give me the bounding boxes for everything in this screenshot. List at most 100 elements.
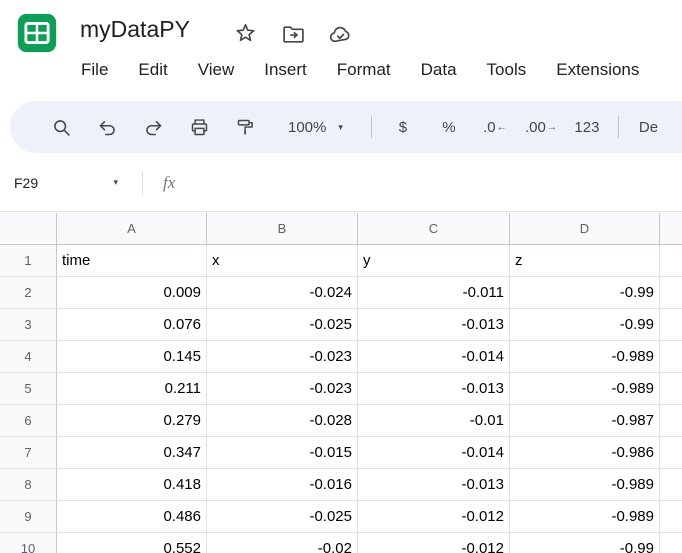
search-button[interactable]: [38, 104, 84, 150]
increase-decimal-button[interactable]: .00→: [518, 104, 564, 150]
paint-format-button[interactable]: [222, 104, 268, 150]
row-header-6[interactable]: 6: [0, 405, 57, 437]
cell[interactable]: [660, 341, 682, 373]
cell[interactable]: -0.987: [510, 405, 660, 437]
cell[interactable]: -0.024: [207, 277, 358, 309]
row-header-7[interactable]: 7: [0, 437, 57, 469]
cell[interactable]: -0.99: [510, 309, 660, 341]
column-header-partial[interactable]: [660, 213, 682, 245]
print-button[interactable]: [176, 104, 222, 150]
cell[interactable]: -0.989: [510, 373, 660, 405]
cell[interactable]: -0.014: [358, 437, 510, 469]
cell[interactable]: -0.013: [358, 469, 510, 501]
cell[interactable]: -0.013: [358, 309, 510, 341]
row-header-5[interactable]: 5: [0, 373, 57, 405]
formula-bar: F29 ▾ fx: [0, 154, 682, 212]
cell[interactable]: [660, 277, 682, 309]
redo-button[interactable]: [130, 104, 176, 150]
cell[interactable]: 0.145: [57, 341, 207, 373]
cell[interactable]: -0.023: [207, 341, 358, 373]
cell[interactable]: -0.989: [510, 501, 660, 533]
cell[interactable]: y: [358, 245, 510, 277]
menu-view[interactable]: View: [193, 60, 240, 80]
cell[interactable]: -0.986: [510, 437, 660, 469]
font-select[interactable]: De: [639, 119, 658, 136]
cell[interactable]: -0.012: [358, 501, 510, 533]
document-title[interactable]: myDataPY: [80, 16, 190, 43]
column-header-B[interactable]: B: [207, 213, 358, 245]
cell[interactable]: -0.025: [207, 309, 358, 341]
cell[interactable]: 0.347: [57, 437, 207, 469]
menu-extensions[interactable]: Extensions: [551, 60, 644, 80]
menu-insert[interactable]: Insert: [259, 60, 312, 80]
column-header-C[interactable]: C: [358, 213, 510, 245]
cell[interactable]: 0.009: [57, 277, 207, 309]
cell[interactable]: 0.418: [57, 469, 207, 501]
cell[interactable]: 0.486: [57, 501, 207, 533]
number-format-button[interactable]: 123: [564, 104, 610, 150]
row-header-9[interactable]: 9: [0, 501, 57, 533]
cell[interactable]: [660, 245, 682, 277]
menu-tools[interactable]: Tools: [482, 60, 532, 80]
cell[interactable]: -0.02: [207, 533, 358, 553]
cell[interactable]: -0.99: [510, 533, 660, 553]
menu-file[interactable]: File: [76, 60, 113, 80]
column-header-D[interactable]: D: [510, 213, 660, 245]
cell[interactable]: -0.99: [510, 277, 660, 309]
cell[interactable]: z: [510, 245, 660, 277]
column-header-A[interactable]: A: [57, 213, 207, 245]
cell[interactable]: -0.014: [358, 341, 510, 373]
toolbar: 100% ▾ $ % .0← .00→ 123 De: [10, 101, 682, 153]
move-folder-icon[interactable]: [281, 22, 306, 47]
row-header-1[interactable]: 1: [0, 245, 57, 277]
cell[interactable]: 0.076: [57, 309, 207, 341]
cell[interactable]: -0.023: [207, 373, 358, 405]
cell[interactable]: [660, 533, 682, 553]
cloud-check-icon[interactable]: [328, 22, 353, 47]
menu-edit[interactable]: Edit: [133, 60, 172, 80]
cell[interactable]: 0.211: [57, 373, 207, 405]
print-icon: [189, 117, 210, 138]
cell[interactable]: -0.01: [358, 405, 510, 437]
formula-bar-divider: [142, 171, 143, 195]
cell[interactable]: 0.279: [57, 405, 207, 437]
cell[interactable]: -0.015: [207, 437, 358, 469]
cell[interactable]: -0.989: [510, 341, 660, 373]
increase-decimal-label: .00: [525, 119, 546, 136]
cell[interactable]: -0.011: [358, 277, 510, 309]
google-sheets-app: myDataPY File Edit View Insert Format Da…: [0, 0, 682, 553]
row-header-2[interactable]: 2: [0, 277, 57, 309]
cell[interactable]: time: [57, 245, 207, 277]
cell[interactable]: [660, 437, 682, 469]
fx-icon: fx: [163, 173, 175, 193]
cell[interactable]: 0.552: [57, 533, 207, 553]
cell[interactable]: -0.013: [358, 373, 510, 405]
cell[interactable]: -0.025: [207, 501, 358, 533]
name-box[interactable]: F29 ▾: [0, 175, 132, 191]
cell[interactable]: [660, 501, 682, 533]
cell[interactable]: -0.989: [510, 469, 660, 501]
menu-format[interactable]: Format: [332, 60, 396, 80]
star-icon[interactable]: [233, 20, 258, 45]
zoom-control[interactable]: 100% ▾: [272, 119, 359, 136]
cell[interactable]: -0.016: [207, 469, 358, 501]
select-all-corner[interactable]: [0, 213, 57, 245]
menu-data[interactable]: Data: [416, 60, 462, 80]
cell[interactable]: [660, 309, 682, 341]
cell[interactable]: x: [207, 245, 358, 277]
redo-icon: [143, 117, 164, 138]
cell[interactable]: [660, 469, 682, 501]
undo-button[interactable]: [84, 104, 130, 150]
percent-format-button[interactable]: %: [426, 104, 472, 150]
cell[interactable]: -0.028: [207, 405, 358, 437]
row-header-8[interactable]: 8: [0, 469, 57, 501]
decrease-decimal-button[interactable]: .0←: [472, 104, 518, 150]
cell[interactable]: [660, 373, 682, 405]
row-header-3[interactable]: 3: [0, 309, 57, 341]
row-header-4[interactable]: 4: [0, 341, 57, 373]
cell[interactable]: [660, 405, 682, 437]
row-header-10[interactable]: 10: [0, 533, 57, 553]
currency-format-button[interactable]: $: [380, 104, 426, 150]
cell[interactable]: -0.012: [358, 533, 510, 553]
sheets-logo[interactable]: [14, 10, 60, 56]
